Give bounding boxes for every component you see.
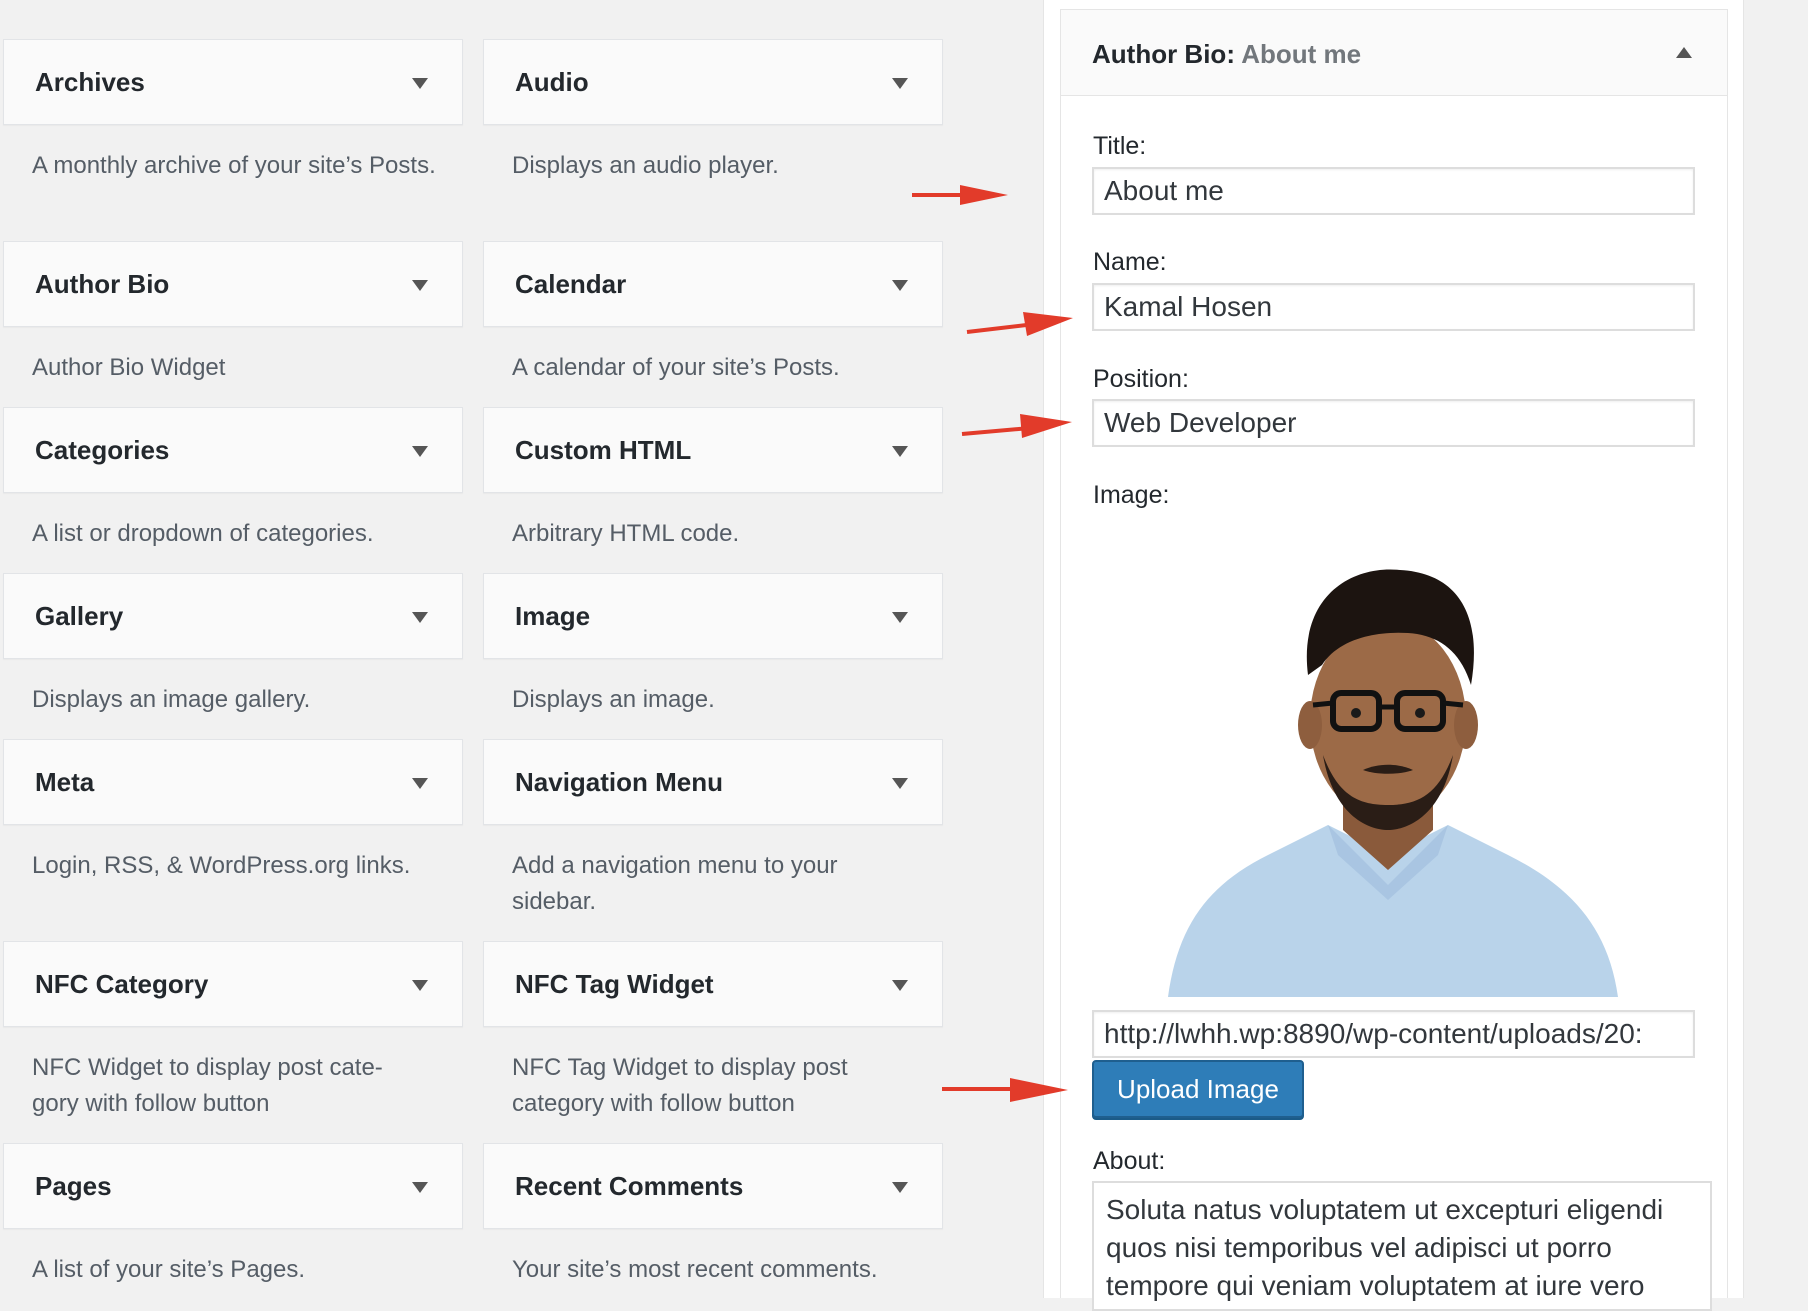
widget-custom-html[interactable]: Custom HTML <box>483 407 943 493</box>
widget-pages[interactable]: Pages <box>3 1143 463 1229</box>
chevron-down-icon[interactable] <box>892 78 908 89</box>
chevron-down-icon[interactable] <box>892 280 908 291</box>
widget-gallery[interactable]: Gallery <box>3 573 463 659</box>
widget-description: NFC Widget to display post cate- gory wi… <box>32 1054 383 1117</box>
chevron-down-icon[interactable] <box>412 778 428 789</box>
author-photo <box>1168 569 1618 997</box>
widget-description: A list of your site’s Pages. <box>32 1256 306 1283</box>
widget-title: Navigation Menu <box>515 767 724 797</box>
widget-description: Arbitrary HTML code. <box>512 520 740 547</box>
widget-description: Author Bio Widget <box>32 354 226 381</box>
widget-instance-title: About me <box>1234 39 1362 69</box>
widget-title: Meta <box>35 767 95 797</box>
widget-image[interactable]: Image <box>483 573 943 659</box>
widget-description: Login, RSS, & WordPress.org links. <box>32 852 411 879</box>
annotation-arrow-icon <box>966 312 1073 336</box>
widget-title: Archives <box>35 67 145 97</box>
widget-description: Displays an audio player. <box>512 152 779 179</box>
widget-categories[interactable]: Categories <box>3 407 463 493</box>
annotation-arrow-icon <box>942 1078 1068 1102</box>
widget-title: Pages <box>35 1171 112 1201</box>
about-textarea[interactable]: Soluta natus voluptatem ut excepturi eli… <box>1092 1181 1712 1311</box>
widget-archives[interactable]: Archives <box>3 39 463 125</box>
about-label: About: <box>1093 1147 1166 1175</box>
widget-description: Displays an image. <box>512 686 715 713</box>
chevron-down-icon[interactable] <box>412 280 428 291</box>
chevron-down-icon[interactable] <box>412 78 428 89</box>
chevron-down-icon[interactable] <box>412 446 428 457</box>
widget-title: Gallery <box>35 601 124 631</box>
widget-name: Author Bio <box>1092 39 1227 69</box>
widget-title: Calendar <box>515 269 627 299</box>
annotation-arrow-icon <box>912 185 1008 205</box>
widget-title: Categories <box>35 435 170 465</box>
widget-navigation-menu[interactable]: Navigation Menu <box>483 739 943 825</box>
widget-description: Your site’s most recent comments. <box>512 1256 878 1283</box>
widget-nfc-category[interactable]: NFC Category <box>3 941 463 1027</box>
widget-meta[interactable]: Meta <box>3 739 463 825</box>
chevron-down-icon[interactable] <box>412 612 428 623</box>
chevron-down-icon[interactable] <box>892 446 908 457</box>
widget-title: Recent Comments <box>515 1171 744 1201</box>
widget-recent-comments[interactable]: Recent Comments <box>483 1143 943 1229</box>
chevron-down-icon[interactable] <box>412 1182 428 1193</box>
widget-title: Author Bio <box>35 269 170 299</box>
widget-audio[interactable]: Audio <box>483 39 943 125</box>
widget-description: Displays an image gallery. <box>32 686 311 713</box>
widget-title: NFC Tag Widget <box>515 969 714 999</box>
widget-description: A list or dropdown of categories. <box>32 520 374 547</box>
image-url-input[interactable] <box>1092 1010 1695 1058</box>
name-input[interactable] <box>1092 283 1695 331</box>
widget-title: Custom HTML <box>515 435 692 465</box>
chevron-down-icon[interactable] <box>892 612 908 623</box>
annotation-arrow-icon <box>961 414 1072 438</box>
arrow-up-icon[interactable] <box>1676 47 1692 58</box>
chevron-down-icon[interactable] <box>892 1182 908 1193</box>
position-label: Position: <box>1093 365 1189 393</box>
widget-title: Image <box>515 601 591 631</box>
title-input[interactable] <box>1092 167 1695 215</box>
title-separator: : <box>1226 39 1235 69</box>
widget-description: Add a navigation menu to your sidebar. <box>512 852 838 915</box>
widget-header-title: Author Bio: About me <box>1092 39 1361 70</box>
chevron-down-icon[interactable] <box>412 980 428 991</box>
image-label: Image: <box>1093 481 1170 509</box>
name-label: Name: <box>1093 248 1167 276</box>
widget-calendar[interactable]: Calendar <box>483 241 943 327</box>
title-label: Title: <box>1093 132 1147 160</box>
position-input[interactable] <box>1092 399 1695 447</box>
widget-nfc-tag[interactable]: NFC Tag Widget <box>483 941 943 1027</box>
widget-description: NFC Tag Widget to display post category … <box>512 1054 848 1117</box>
widget-author-bio[interactable]: Author Bio <box>3 241 463 327</box>
chevron-down-icon[interactable] <box>892 778 908 789</box>
chevron-down-icon[interactable] <box>892 980 908 991</box>
widget-description: A monthly archive of your site’s Posts. <box>32 152 436 179</box>
widget-header[interactable]: Author Bio: About me <box>1061 10 1727 96</box>
widget-description: A calendar of your site’s Posts. <box>512 354 840 381</box>
widget-title: Audio <box>515 67 589 97</box>
upload-image-button[interactable]: Upload Image <box>1092 1060 1304 1118</box>
widget-title: NFC Category <box>35 969 209 999</box>
available-widgets: Archives A monthly archive of your site’… <box>0 0 950 1298</box>
